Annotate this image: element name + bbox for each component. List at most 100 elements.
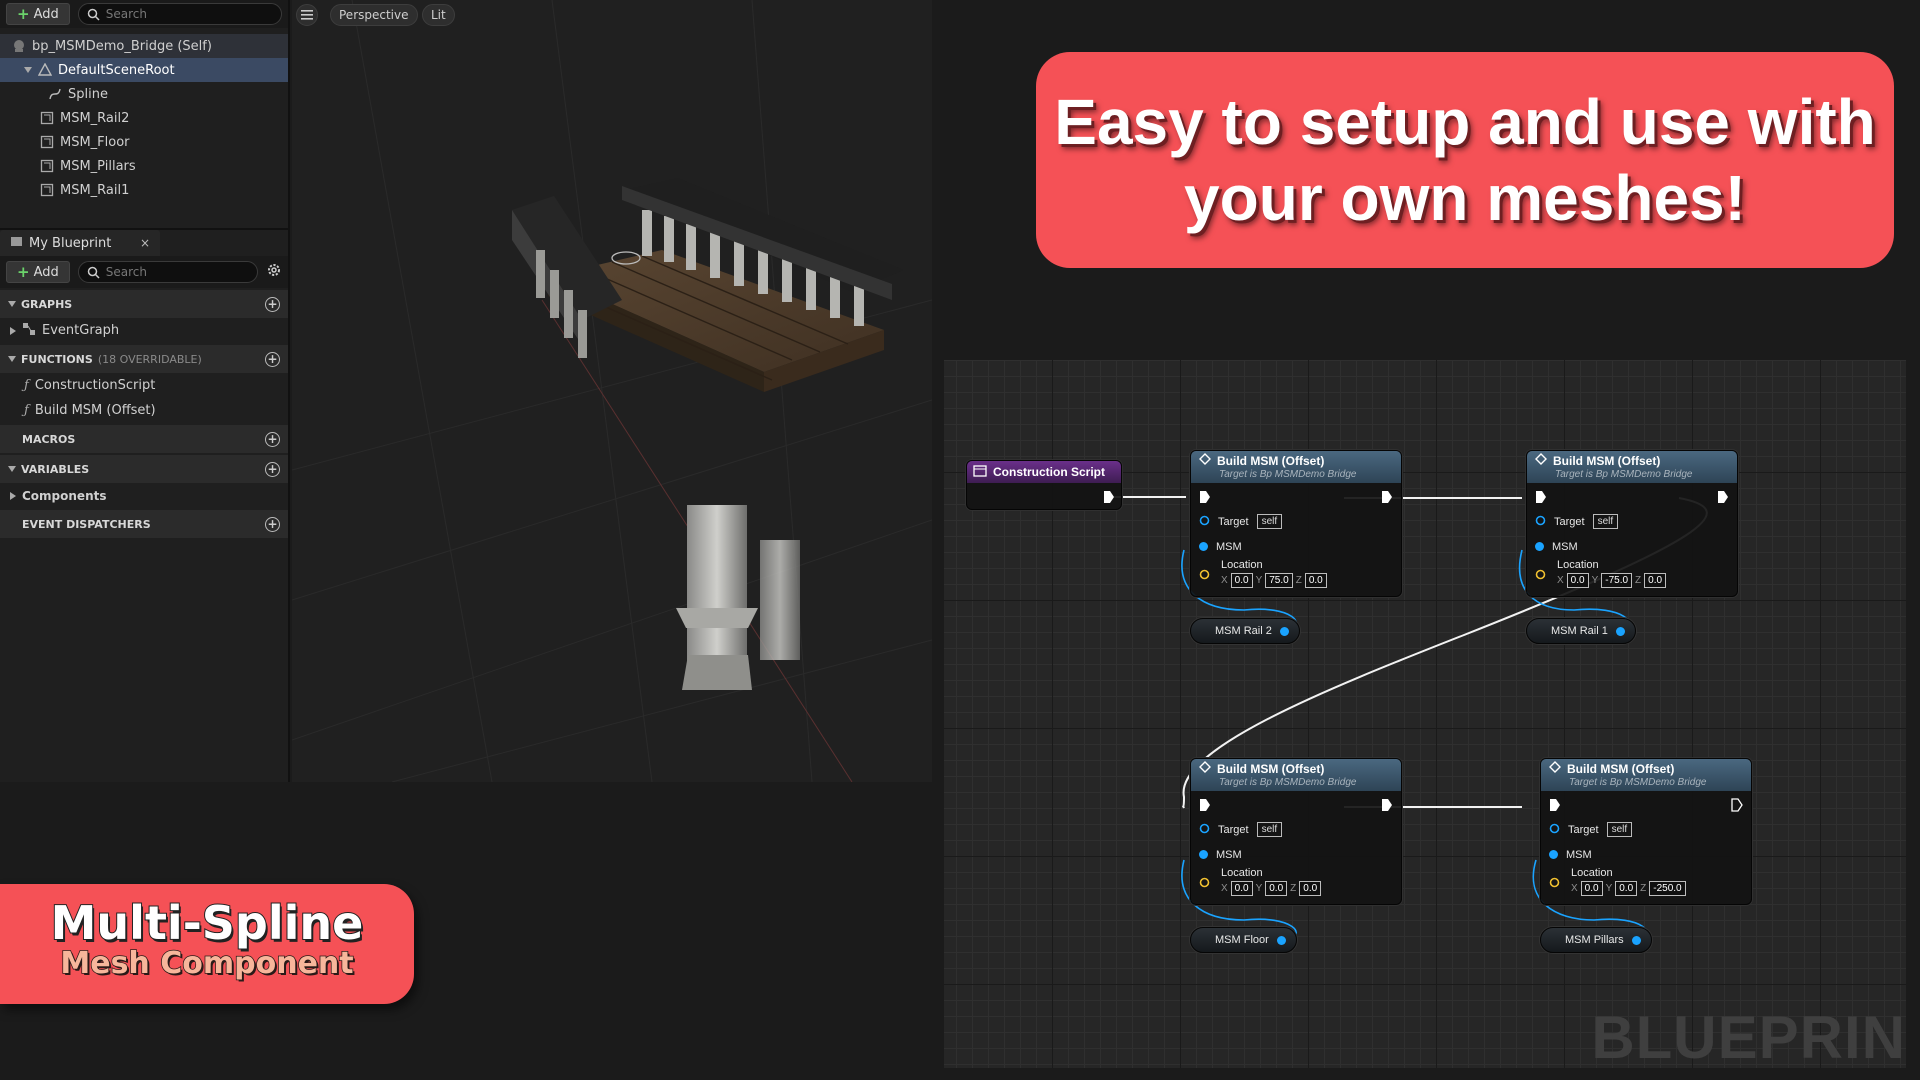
exec-out-pin-icon[interactable] bbox=[1103, 489, 1115, 508]
tree-item-defaultsceneroot[interactable]: DefaultSceneRoot bbox=[0, 58, 288, 82]
gear-icon[interactable] bbox=[266, 262, 282, 282]
list-item-components[interactable]: Components bbox=[0, 483, 288, 508]
build-msm-node-3[interactable]: Build MSM (Offset) Target is Bp MSMDemo … bbox=[1190, 758, 1402, 905]
section-label: FUNCTIONS bbox=[21, 352, 93, 366]
msm-pin-row: MSM bbox=[1191, 842, 1401, 867]
location-z-field[interactable]: -250.0 bbox=[1649, 881, 1686, 896]
blueprint-graph[interactable]: Construction Script Build MSM (Offset) T… bbox=[944, 360, 1906, 1068]
location-z-field[interactable]: 0.0 bbox=[1304, 573, 1327, 588]
exec-out-pin-hollow-icon[interactable] bbox=[1731, 798, 1743, 817]
tree-item-label: MSM_Floor bbox=[60, 134, 130, 150]
self-value[interactable]: self bbox=[1256, 822, 1283, 837]
hamburger-menu-icon[interactable] bbox=[296, 4, 318, 26]
list-item-label: EventGraph bbox=[42, 323, 120, 338]
list-item-label: Build MSM (Offset) bbox=[34, 403, 156, 418]
location-x-field[interactable]: 0.0 bbox=[1230, 881, 1253, 896]
perspective-button[interactable]: Perspective bbox=[330, 4, 418, 26]
variable-node-msm-rail-1[interactable]: MSM Rail 1 bbox=[1526, 618, 1636, 644]
my-blueprint-search-input[interactable]: Search bbox=[77, 261, 258, 283]
add-variable-icon[interactable]: + bbox=[265, 461, 280, 477]
caret-right-icon[interactable] bbox=[10, 326, 16, 335]
tree-item-label: Spline bbox=[68, 86, 108, 102]
add-graph-icon[interactable]: + bbox=[265, 296, 280, 312]
variable-node-msm-pillars[interactable]: MSM Pillars bbox=[1540, 927, 1652, 953]
object-pin-icon[interactable] bbox=[1631, 935, 1641, 945]
pin-label: MSM bbox=[1552, 540, 1578, 553]
section-event-dispatchers[interactable]: EVENT DISPATCHERS + bbox=[0, 510, 288, 538]
build-msm-node-4[interactable]: Build MSM (Offset) Target is Bp MSMDemo … bbox=[1540, 758, 1752, 905]
add-component-button[interactable]: + Add bbox=[6, 3, 70, 25]
exec-out-pin-icon[interactable] bbox=[1717, 490, 1729, 509]
add-member-button[interactable]: + Add bbox=[6, 261, 70, 283]
axis-label: Z bbox=[1640, 883, 1647, 894]
tree-item-msm-floor[interactable]: MSM_Floor bbox=[0, 130, 288, 154]
location-z-field[interactable]: 0.0 bbox=[1299, 881, 1322, 896]
self-value[interactable]: self bbox=[1592, 514, 1619, 529]
object-pin-icon[interactable] bbox=[1199, 542, 1208, 551]
object-pin-icon[interactable] bbox=[1535, 542, 1544, 551]
location-z-field[interactable]: 0.0 bbox=[1644, 573, 1667, 588]
pin-label: Target bbox=[1218, 515, 1249, 528]
tree-item-msm-rail1[interactable]: MSM_Rail1 bbox=[0, 178, 288, 202]
object-pin-hollow-icon[interactable] bbox=[1199, 515, 1210, 529]
self-value[interactable]: self bbox=[1256, 514, 1283, 529]
add-function-icon[interactable]: + bbox=[265, 351, 280, 367]
location-y-field[interactable]: 75.0 bbox=[1265, 573, 1293, 588]
build-msm-node-1[interactable]: Build MSM (Offset) Target is Bp MSMDemo … bbox=[1190, 450, 1402, 597]
axis-label: Y bbox=[1255, 883, 1263, 894]
object-pin-hollow-icon[interactable] bbox=[1535, 515, 1546, 529]
exec-out-pin-icon[interactable] bbox=[1381, 798, 1393, 817]
object-pin-icon[interactable] bbox=[1199, 850, 1208, 859]
vector-pin-icon[interactable] bbox=[1199, 877, 1210, 891]
object-pin-icon[interactable] bbox=[1615, 626, 1625, 636]
section-graphs[interactable]: GRAPHS + bbox=[0, 290, 288, 318]
location-x-field[interactable]: 0.0 bbox=[1230, 573, 1253, 588]
function-entry-icon bbox=[973, 464, 987, 480]
section-label: MACROS bbox=[22, 432, 76, 446]
exec-in-pin-icon[interactable] bbox=[1549, 798, 1561, 817]
object-pin-hollow-icon[interactable] bbox=[1199, 823, 1210, 837]
tree-item-msm-rail2[interactable]: MSM_Rail2 bbox=[0, 106, 288, 130]
add-macro-icon[interactable]: + bbox=[265, 431, 280, 447]
variable-node-msm-floor[interactable]: MSM Floor bbox=[1190, 927, 1297, 953]
object-pin-hollow-icon[interactable] bbox=[1549, 823, 1560, 837]
section-macros[interactable]: MACROS + bbox=[0, 425, 288, 453]
tab-my-blueprint[interactable]: My Blueprint × bbox=[0, 230, 160, 256]
tree-item-msm-pillars[interactable]: MSM_Pillars bbox=[0, 154, 288, 178]
msm-pin-row: MSM bbox=[1527, 534, 1737, 559]
location-y-field[interactable]: 0.0 bbox=[1615, 881, 1638, 896]
construction-script-node[interactable]: Construction Script bbox=[966, 460, 1122, 510]
object-pin-icon[interactable] bbox=[1549, 850, 1558, 859]
caret-right-icon[interactable] bbox=[10, 491, 16, 500]
close-icon[interactable]: × bbox=[140, 236, 150, 250]
object-pin-icon[interactable] bbox=[1279, 626, 1289, 636]
location-x-field[interactable]: 0.0 bbox=[1580, 881, 1603, 896]
node-subtitle: Target is Bp MSMDemo Bridge bbox=[1219, 469, 1357, 480]
variable-node-msm-rail-2[interactable]: MSM Rail 2 bbox=[1190, 618, 1300, 644]
object-pin-icon[interactable] bbox=[1276, 935, 1286, 945]
components-search-input[interactable]: Search bbox=[77, 3, 282, 25]
exec-in-pin-icon[interactable] bbox=[1199, 490, 1211, 509]
exec-in-pin-icon[interactable] bbox=[1535, 490, 1547, 509]
caret-down-icon[interactable] bbox=[24, 67, 32, 73]
location-y-field[interactable]: 0.0 bbox=[1265, 881, 1288, 896]
section-functions[interactable]: FUNCTIONS (18 OVERRIDABLE) + bbox=[0, 345, 288, 373]
list-item-eventgraph[interactable]: EventGraph bbox=[0, 318, 288, 343]
tree-item-self[interactable]: bp_MSMDemo_Bridge (Self) bbox=[0, 34, 288, 58]
add-event-dispatcher-icon[interactable]: + bbox=[265, 516, 280, 532]
build-msm-node-2[interactable]: Build MSM (Offset) Target is Bp MSMDemo … bbox=[1526, 450, 1738, 597]
exec-out-pin-icon[interactable] bbox=[1381, 490, 1393, 509]
vector-pin-icon[interactable] bbox=[1535, 569, 1546, 583]
vector-pin-icon[interactable] bbox=[1549, 877, 1560, 891]
list-item-build-msm-offset[interactable]: ƒ Build MSM (Offset) bbox=[0, 398, 288, 423]
lit-button[interactable]: Lit bbox=[422, 4, 455, 26]
list-item-constructionscript[interactable]: ƒ ConstructionScript bbox=[0, 373, 288, 398]
tree-item-spline[interactable]: Spline bbox=[0, 82, 288, 106]
vector-pin-icon[interactable] bbox=[1199, 569, 1210, 583]
location-x-field[interactable]: 0.0 bbox=[1566, 573, 1589, 588]
section-variables[interactable]: VARIABLES + bbox=[0, 455, 288, 483]
viewport[interactable]: Perspective Lit bbox=[292, 0, 932, 782]
location-y-field[interactable]: -75.0 bbox=[1601, 573, 1633, 588]
self-value[interactable]: self bbox=[1606, 822, 1633, 837]
exec-in-pin-icon[interactable] bbox=[1199, 798, 1211, 817]
